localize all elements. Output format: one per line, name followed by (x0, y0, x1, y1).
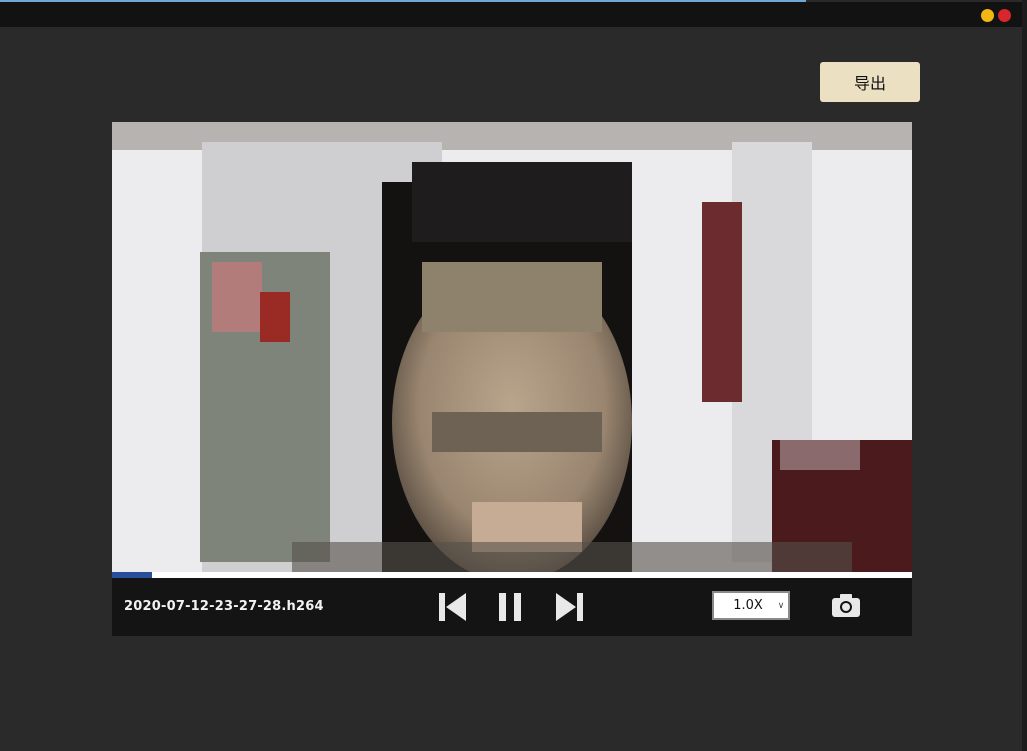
player-controls: 2020-07-12-23-27-28.h264 1.0X ∨ (112, 578, 912, 636)
filename-label: 2020-07-12-23-27-28.h264 (124, 599, 324, 614)
close-button[interactable] (998, 9, 1011, 22)
minimize-button[interactable] (981, 9, 994, 22)
skip-forward-icon[interactable] (554, 590, 586, 624)
video-player: 2020-07-12-23-27-28.h264 1.0X ∨ (112, 122, 912, 636)
video-content (112, 122, 912, 572)
video-frame[interactable] (112, 122, 912, 572)
window-edge (1022, 0, 1027, 751)
camera-icon[interactable] (830, 591, 862, 619)
speed-select[interactable]: 1.0X ∨ (712, 591, 790, 620)
chevron-down-icon: ∨ (777, 600, 785, 611)
speed-value: 1.0X (733, 598, 763, 613)
skip-back-icon[interactable] (436, 590, 468, 624)
export-button[interactable]: 导出 (820, 62, 920, 102)
pause-icon[interactable] (494, 590, 526, 624)
title-bar (0, 2, 1022, 27)
